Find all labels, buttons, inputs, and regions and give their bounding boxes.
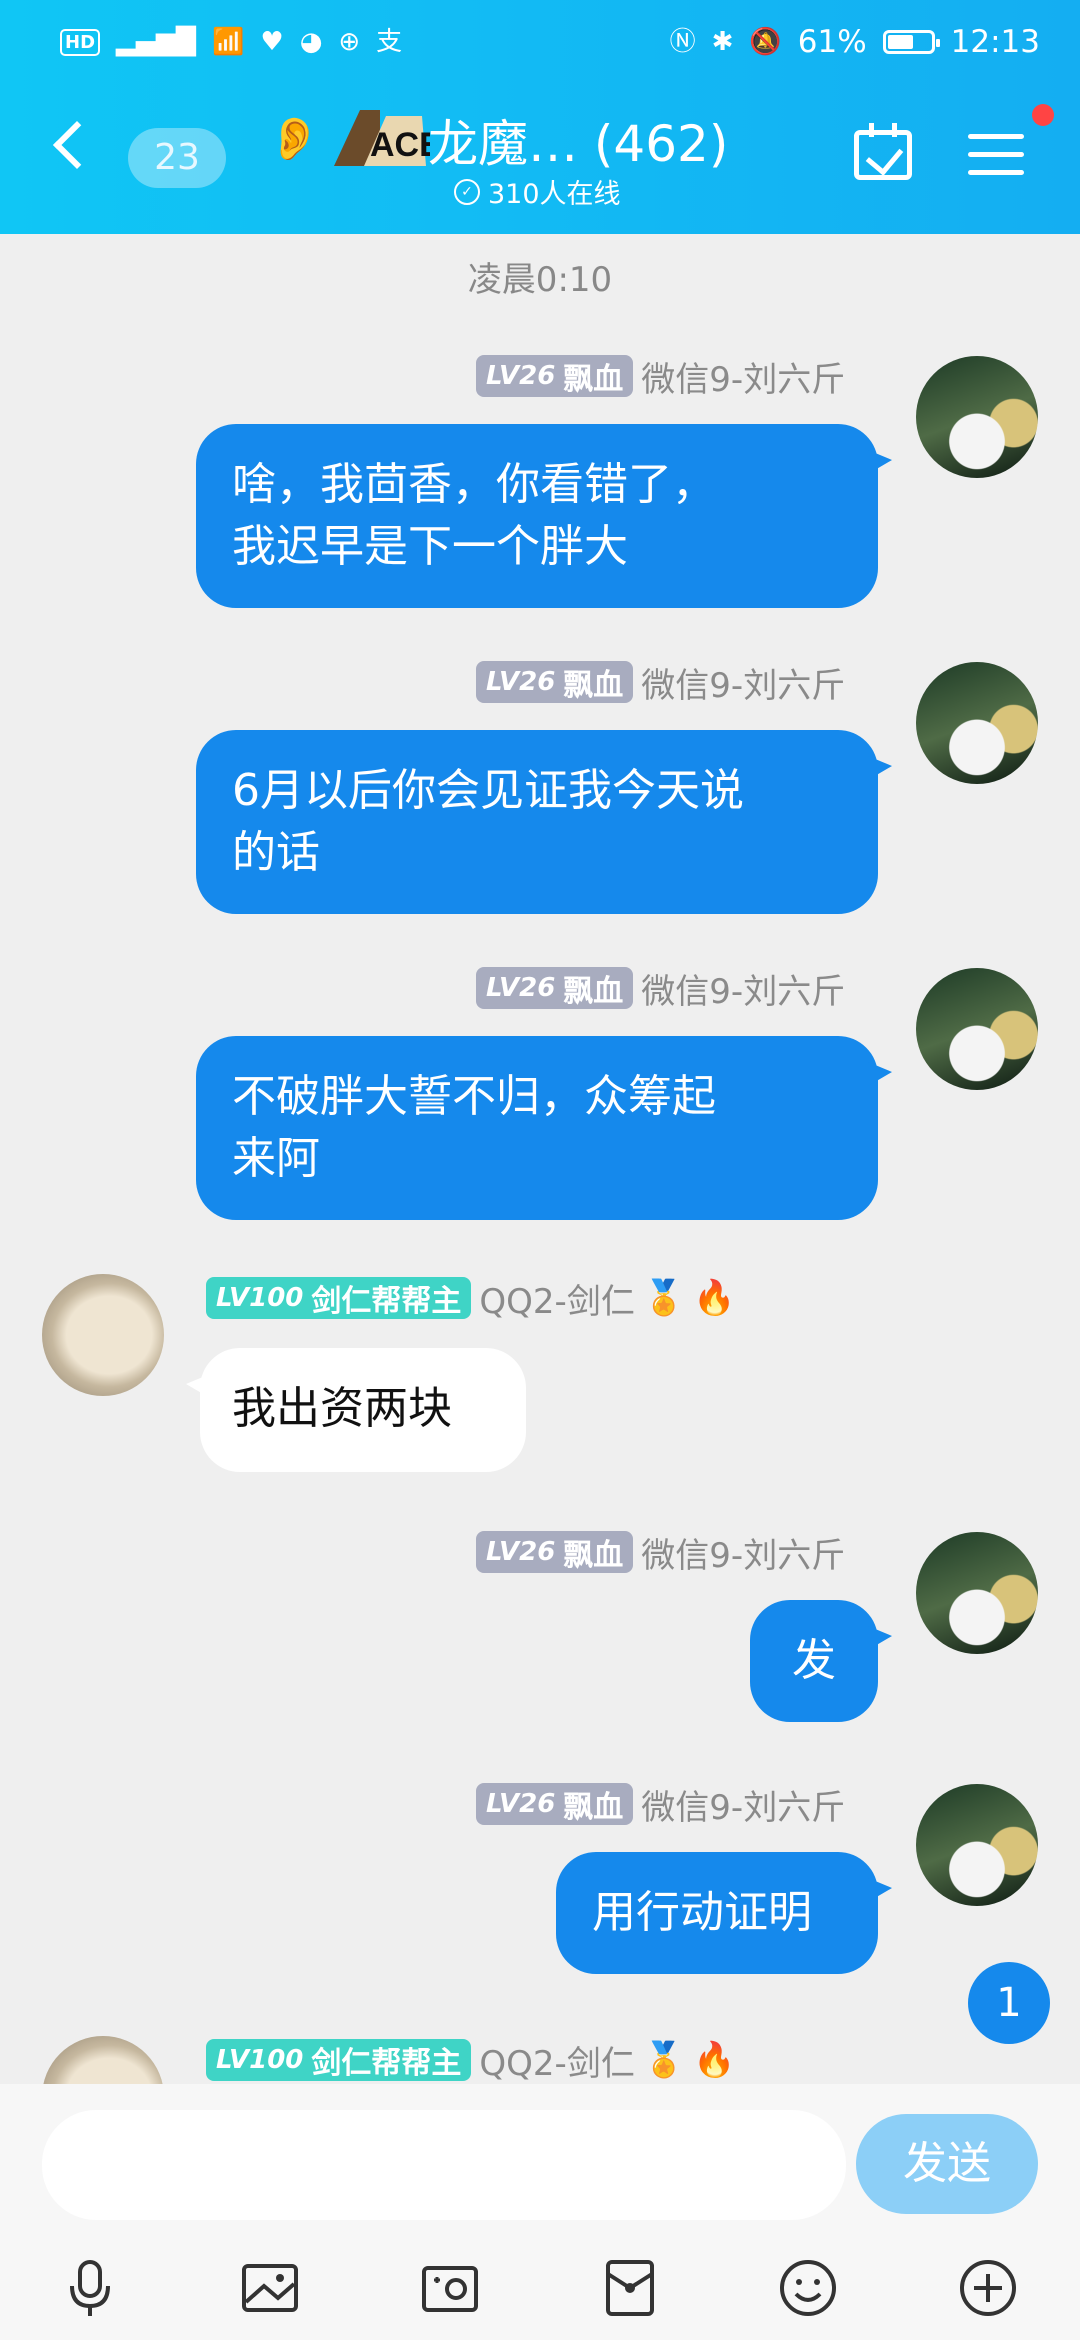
sender-line: LV26 飘血 微信9-刘六斤 (476, 1782, 846, 1828)
message-line: 6月以后你会见证我今天说 (232, 765, 744, 816)
sender-name: 微信9-刘六斤 (641, 971, 846, 1012)
message-bubble[interactable]: 用行动证明 (556, 1852, 892, 1974)
online-status[interactable]: ✓ 310人在线 (454, 172, 621, 211)
image-icon[interactable] (238, 2256, 302, 2320)
battery-percent: 61% (797, 24, 867, 60)
group-title[interactable]: 龙魔… (462) (428, 104, 728, 176)
message-bubble[interactable]: 啥，我茴香，你看错了， 我迟早是下一个胖大 (196, 424, 892, 608)
clock: 12:13 (950, 24, 1040, 60)
red-packet-icon[interactable] (598, 2256, 662, 2320)
message-bubble[interactable]: 6月以后你会见证我今天说 的话 (196, 730, 892, 914)
level-badge: LV100 剑仁帮帮主 (206, 2039, 472, 2081)
message-line: 不破胖大誓不归，众筹起 (232, 1071, 716, 1122)
fire-icon: 🔥 (693, 1278, 736, 1318)
message-line: 我迟早是下一个胖大 (232, 521, 628, 572)
menu-icon[interactable] (968, 130, 1024, 178)
level-badge: LV26 飘血 (476, 1783, 634, 1825)
chat-header: HD ▂▄▆█ 📶 ♥ ◕ ⊕ 支 Ⓝ ✱ 🔕 61% 12:13 23 👂 A… (0, 0, 1080, 234)
hd-icon: HD (60, 28, 101, 56)
ear-icon[interactable]: 👂 (268, 114, 320, 164)
message-line: 用行动证明 (592, 1887, 812, 1938)
medal-icon: 🏅 (642, 1278, 686, 1318)
mute-icon: 🔕 (749, 27, 782, 57)
time-divider: 凌晨0:10 (467, 260, 613, 300)
avatar[interactable] (42, 1274, 164, 1396)
sender-line: LV26 飘血 微信9-刘六斤 (476, 1530, 846, 1576)
sender-name: 微信9-刘六斤 (641, 665, 846, 706)
fire-icon: 🔥 (693, 2040, 736, 2080)
sender-line: LV100 剑仁帮帮主 QQ2-剑仁 🏅 🔥 (206, 1276, 736, 1322)
bank-icon: ⊕ (338, 27, 361, 57)
back-icon[interactable] (52, 120, 102, 170)
level-badge: LV100 剑仁帮帮主 (206, 1277, 472, 1319)
level-badge: LV26 飘血 (476, 661, 634, 703)
input-bar: 发送 (0, 2084, 1080, 2340)
wechat-icon: ◕ (299, 27, 323, 57)
sender-line: LV26 飘血 微信9-刘六斤 (476, 660, 846, 706)
health-icon: ♥ (260, 27, 284, 57)
message-bubble[interactable]: 发 (750, 1600, 892, 1722)
message-input[interactable] (42, 2110, 846, 2220)
message-line: 我出资两块 (232, 1383, 452, 1434)
plus-icon[interactable] (956, 2256, 1020, 2320)
alipay-icon: 支 (376, 27, 403, 57)
message-line: 的话 (232, 827, 320, 878)
microphone-icon[interactable] (58, 2256, 122, 2320)
wifi-icon: 📶 (212, 27, 245, 57)
message-line: 来阿 (232, 1133, 320, 1184)
message-line: 发 (792, 1635, 836, 1686)
calendar-check-icon[interactable] (854, 123, 912, 180)
avatar[interactable] (916, 1532, 1038, 1654)
avatar[interactable] (916, 1784, 1038, 1906)
unread-count-badge[interactable]: 23 (128, 128, 226, 188)
sender-name: 微信9-刘六斤 (641, 359, 846, 400)
nfc-icon: Ⓝ (669, 27, 696, 57)
level-badge: LV26 飘血 (476, 355, 634, 397)
signal-icon: ▂▄▆█ (116, 27, 196, 57)
emoji-icon[interactable] (776, 2256, 840, 2320)
bluetooth-icon: ✱ (711, 27, 734, 57)
group-avatar[interactable]: ACE (330, 106, 430, 168)
battery-icon (882, 30, 940, 54)
message-bubble[interactable]: 不破胖大誓不归，众筹起 来阿 (196, 1036, 892, 1220)
avatar[interactable] (916, 968, 1038, 1090)
group-logo-text: ACE (370, 126, 430, 164)
avatar[interactable] (916, 356, 1038, 478)
message-bubble[interactable]: 我出资两块 (186, 1348, 526, 1472)
notification-dot (1032, 104, 1054, 126)
new-message-badge[interactable]: 1 (968, 1962, 1050, 2044)
sender-name: 微信9-刘六斤 (641, 1535, 846, 1576)
sender-name: QQ2-剑仁 (479, 1281, 635, 1322)
message-line: 啥，我茴香，你看错了， (232, 459, 716, 510)
sender-line: LV100 剑仁帮帮主 QQ2-剑仁 🏅 🔥 (206, 2038, 736, 2084)
send-button[interactable]: 发送 (856, 2114, 1038, 2214)
medal-icon: 🏅 (642, 2040, 686, 2080)
sender-name: QQ2-剑仁 (479, 2043, 635, 2084)
level-badge: LV26 飘血 (476, 1531, 634, 1573)
toolbar (0, 2234, 1080, 2334)
status-bar: HD ▂▄▆█ 📶 ♥ ◕ ⊕ 支 Ⓝ ✱ 🔕 61% 12:13 (60, 18, 1040, 66)
sender-name: 微信9-刘六斤 (641, 1787, 846, 1828)
sender-line: LV26 飘血 微信9-刘六斤 (476, 354, 846, 400)
online-count: 310人在线 (488, 179, 621, 210)
camera-icon[interactable] (418, 2256, 482, 2320)
sender-line: LV26 飘血 微信9-刘六斤 (476, 966, 846, 1012)
online-check-icon: ✓ (454, 178, 480, 205)
avatar[interactable] (916, 662, 1038, 784)
level-badge: LV26 飘血 (476, 967, 634, 1009)
